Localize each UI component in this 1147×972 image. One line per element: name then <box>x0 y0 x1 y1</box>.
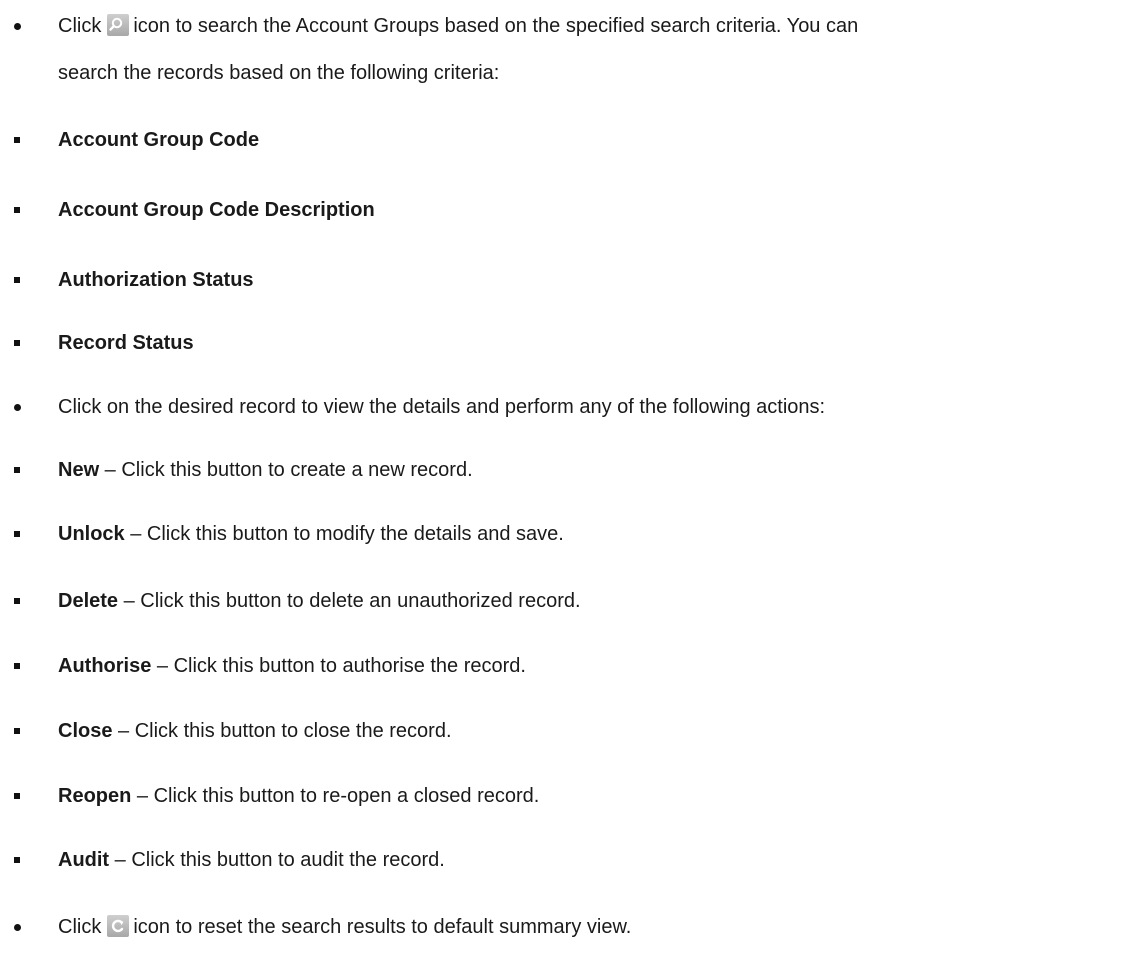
search-icon <box>107 14 130 36</box>
bullet-square <box>0 260 44 300</box>
action-desc: – Click this button to audit the record. <box>109 849 445 871</box>
search-instruction-text: icon to search the Account Groups based … <box>133 15 859 37</box>
action-desc: – Click this button to create a new reco… <box>99 459 473 481</box>
search-click-word: Click <box>58 15 102 37</box>
bullet-square <box>0 646 44 686</box>
action-name: Reopen <box>58 785 132 807</box>
bullet-dot <box>0 387 44 427</box>
reset-instruction-text: icon to reset the search results to defa… <box>133 916 632 938</box>
action-desc: – Click this button to close the record. <box>112 720 452 742</box>
bullet-square <box>0 450 44 490</box>
bullet-dot <box>0 907 44 947</box>
bullet-square <box>0 840 44 880</box>
bullet-square <box>0 776 44 816</box>
bullet-square <box>0 120 44 160</box>
reset-click-word: Click <box>58 916 102 938</box>
bullet-square <box>0 514 44 554</box>
document-page: Click icon to search the Account Groups b… <box>0 0 1147 972</box>
action-desc: – Click this button to authorise the rec… <box>151 655 526 677</box>
action-name: Close <box>58 720 113 742</box>
bullet-square <box>0 323 44 363</box>
action-name: Audit <box>58 849 110 871</box>
bullet-square <box>0 581 44 621</box>
action-name: Authorise <box>58 655 152 677</box>
action-name: Unlock <box>58 523 125 545</box>
bullet-square <box>0 711 44 751</box>
action-name: New <box>58 459 100 481</box>
bullet-square <box>0 190 44 230</box>
action-desc: – Click this button to re-open a closed … <box>131 785 540 807</box>
action-desc: – Click this button to modify the detail… <box>124 523 564 545</box>
bullet-dot <box>0 6 44 46</box>
action-desc: – Click this button to delete an unautho… <box>118 590 581 612</box>
reset-icon <box>107 915 130 937</box>
action-name: Delete <box>58 590 119 612</box>
